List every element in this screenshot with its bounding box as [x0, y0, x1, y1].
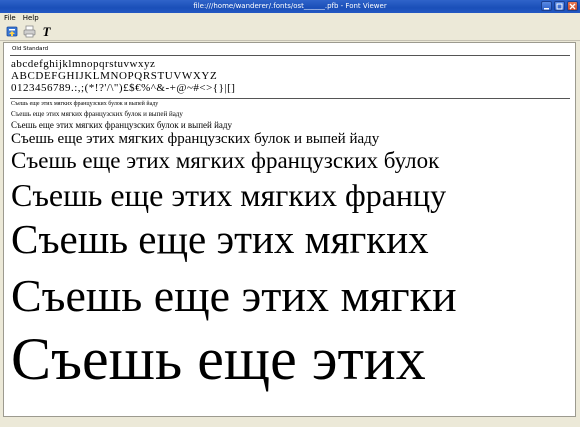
- sample-line: Съешь еще этих мягких французских булок: [11, 148, 440, 173]
- window-title: file:///home/wanderer/.fonts/ost______.p…: [193, 2, 387, 10]
- uppercase-charset: ABCDEFGHIJKLMNOPQRSTUVWXYZ: [11, 70, 218, 82]
- title-bar[interactable]: file:///home/wanderer/.fonts/ost______.p…: [0, 0, 580, 13]
- maximize-button[interactable]: [554, 1, 565, 11]
- menu-bar: File Help: [0, 13, 580, 23]
- minimize-icon: [544, 7, 549, 9]
- minimize-button[interactable]: [541, 1, 552, 11]
- maximize-icon: [556, 3, 563, 9]
- sample-line: Съешь еще этих мягких французских булок …: [11, 120, 232, 130]
- close-icon: [569, 3, 576, 9]
- sample-line: Съешь еще этих мягких французских булок …: [11, 131, 380, 147]
- menu-help[interactable]: Help: [23, 13, 39, 23]
- print-button[interactable]: [23, 25, 36, 38]
- close-button[interactable]: [567, 1, 578, 11]
- toolbar: T: [0, 23, 580, 41]
- sample-line: Съешь еще этих: [11, 326, 426, 392]
- sample-line: Съешь еще этих мягких: [11, 216, 429, 262]
- install-button[interactable]: [6, 25, 19, 38]
- text-button[interactable]: T: [40, 25, 53, 38]
- window-controls: [541, 1, 578, 12]
- sample-line: Съешь еще этих мягких французских булок …: [11, 110, 183, 118]
- sample-line: Съешь еще этих мягки: [11, 270, 457, 321]
- font-preview-area[interactable]: Old Standard abcdefghijklmnopqrstuvwxyz …: [3, 42, 576, 417]
- font-viewer-window: file:///home/wanderer/.fonts/ost______.p…: [0, 0, 580, 427]
- digits-symbols-charset: 0123456789.:,;(*!?'/\")£$€%^&-+@~#<>{}|[…: [11, 82, 236, 94]
- sample-line: Съешь еще этих мягких францу: [11, 177, 447, 213]
- print-icon: [23, 25, 36, 38]
- font-name-label: Old Standard: [12, 46, 49, 52]
- divider: [10, 98, 570, 99]
- install-icon: [6, 26, 18, 37]
- divider: [10, 55, 570, 56]
- text-icon: T: [42, 24, 51, 39]
- menu-file[interactable]: File: [4, 13, 16, 23]
- status-bar: [0, 418, 580, 427]
- lowercase-charset: abcdefghijklmnopqrstuvwxyz: [11, 58, 156, 70]
- sample-line: Съешь еще этих мягких французских булок …: [11, 101, 159, 107]
